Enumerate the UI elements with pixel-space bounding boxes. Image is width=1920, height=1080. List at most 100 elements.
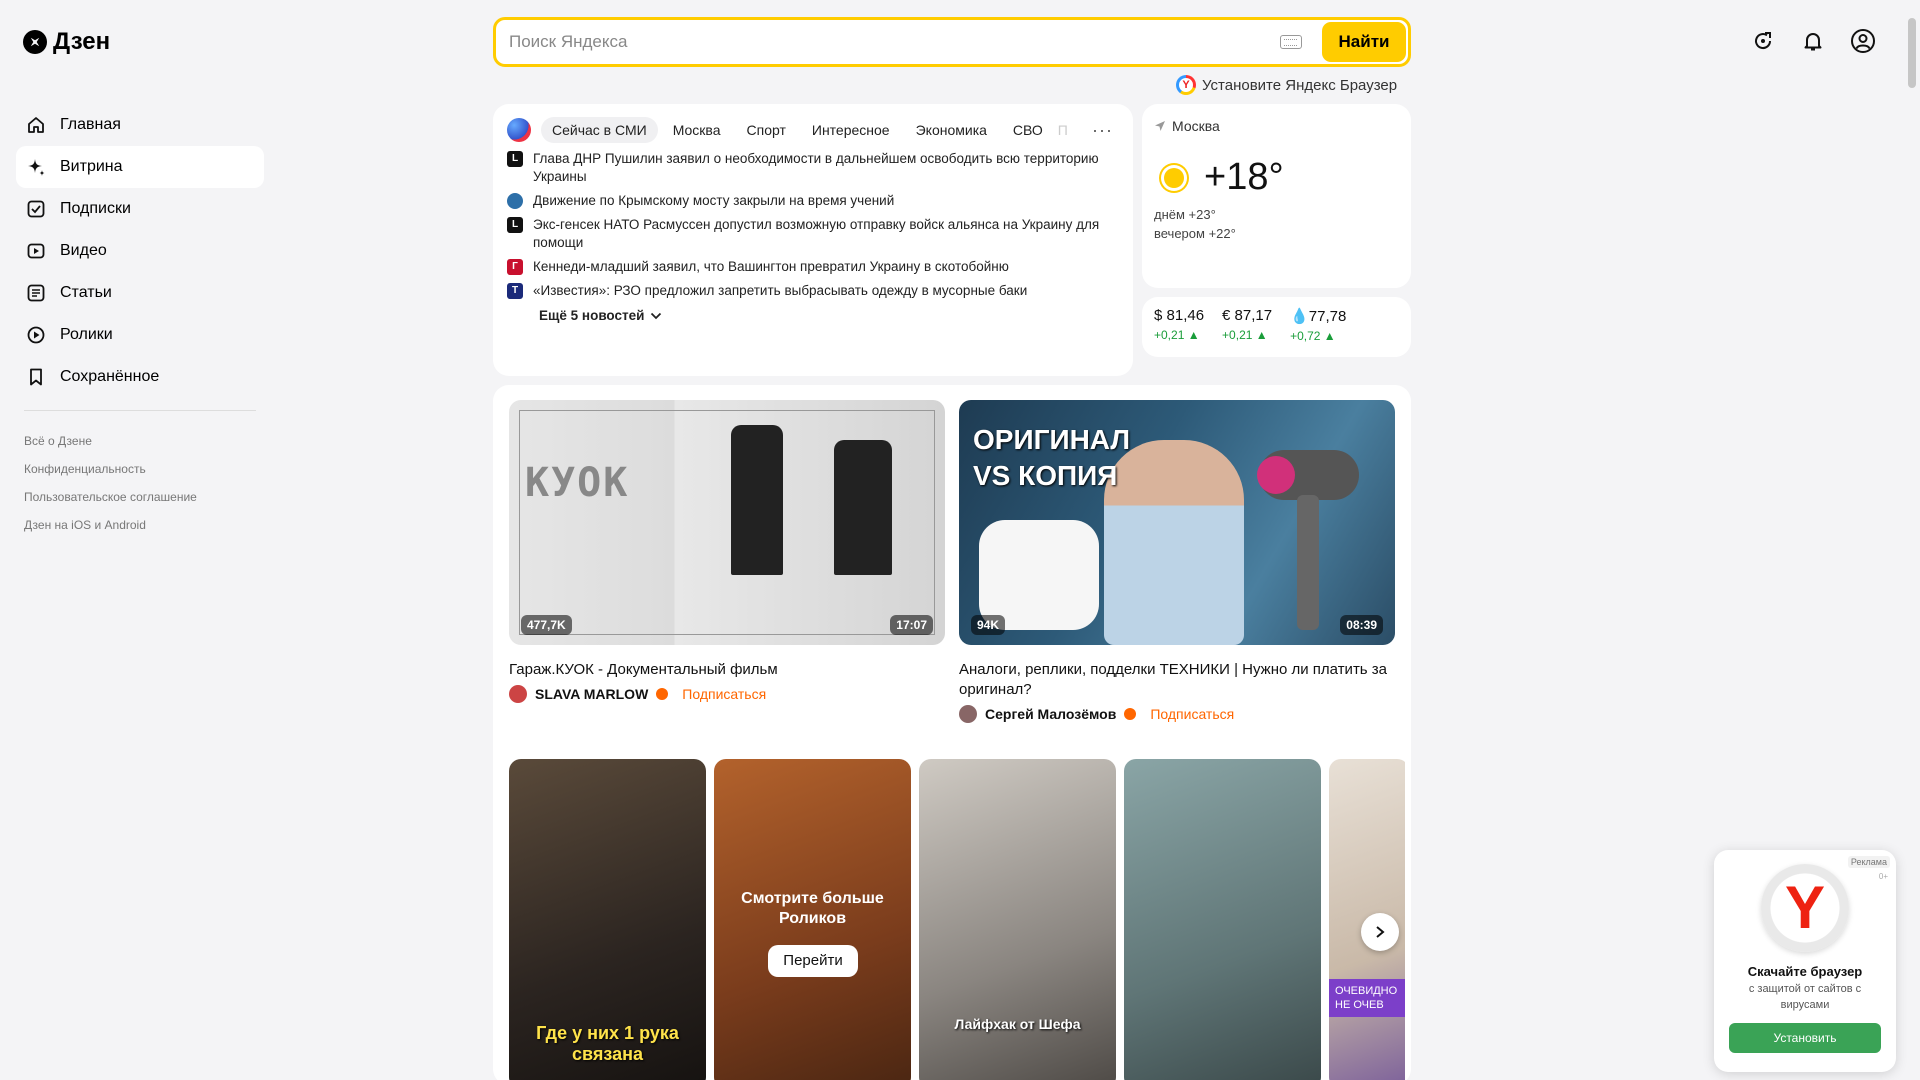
sidebar-item-articles[interactable]: Статьи [16, 272, 264, 314]
views-badge: 94K [971, 615, 1006, 635]
keyboard-icon[interactable] [1280, 35, 1302, 49]
source-icon: Г [507, 259, 523, 275]
install-button[interactable]: Установить [1729, 1023, 1881, 1053]
browser-ad[interactable]: Реклама 0+ Скачайте браузер с защитой от… [1714, 850, 1896, 1072]
footer-link-terms[interactable]: Пользовательское соглашение [16, 483, 264, 511]
video-title[interactable]: Аналоги, реплики, подделки ТЕХНИКИ | Нуж… [959, 660, 1395, 700]
sidebar-item-home[interactable]: Главная [16, 104, 264, 146]
sidebar-item-video[interactable]: Видео [16, 230, 264, 272]
video-thumbnail[interactable]: КУОК 477,7K 17:07 [509, 400, 945, 645]
currency-widget[interactable]: $ 81,46 +0,21 ▲ € 87,17 +0,21 ▲ 💧77,78 +… [1142, 297, 1411, 357]
shorts-next-button[interactable] [1361, 913, 1399, 951]
video-meta: SLAVA MARLOW Подписаться [509, 685, 945, 703]
shorts-row: Где у них 1 рука связана Смотрите больше… [493, 759, 1405, 1080]
search-input[interactable] [496, 32, 1280, 52]
tab-truncated[interactable]: П [1058, 117, 1078, 143]
install-browser-text: Установите Яндекс Браузер [1202, 76, 1398, 94]
video-card[interactable]: КУОК 477,7K 17:07 Гараж.КУОК - Документа… [509, 400, 945, 703]
subscribe-button[interactable]: Подписаться [682, 686, 766, 702]
sparkle-icon [26, 157, 46, 177]
home-icon [26, 115, 46, 135]
short-card[interactable]: Смотрите больше Роликов Перейти [714, 759, 911, 1080]
sidebar-item-showcase[interactable]: Витрина [16, 146, 264, 188]
news-headline: Движение по Крымскому мосту закрыли на в… [533, 193, 895, 208]
news-item[interactable]: T «Известия»: РЗО предложил запретить вы… [507, 282, 1119, 300]
logo-text: Дзен [53, 28, 111, 55]
news-item[interactable]: L Экс-генсек НАТО Расмуссен допустил воз… [507, 216, 1119, 252]
tab-interesting[interactable]: Интересное [801, 117, 901, 143]
weather-widget[interactable]: Москва +18° днём +23° вечером +22° [1142, 104, 1411, 288]
sidebar-item-shorts[interactable]: Ролики [16, 314, 264, 356]
news-headline: Глава ДНР Пушилин заявил о необходимости… [533, 151, 1099, 184]
subscribe-button[interactable]: Подписаться [1150, 706, 1234, 722]
currency-value: 💧77,78 [1290, 308, 1347, 325]
video-thumbnail[interactable]: ОРИГИНАЛ VS КОПИЯ 94K 08:39 [959, 400, 1395, 645]
sidebar-item-label: Главная [60, 116, 121, 133]
thumbnail-text: КУОК [525, 460, 630, 506]
tab-economy[interactable]: Экономика [905, 117, 998, 143]
news-source-logo-icon [507, 118, 531, 142]
weather-day: днём +23° [1154, 207, 1216, 222]
news-item[interactable]: Движение по Крымскому мосту закрыли на в… [507, 192, 1119, 210]
install-browser-link[interactable]: Установите Яндекс Браузер [1176, 75, 1397, 95]
verified-icon [1124, 708, 1137, 720]
ad-title: Скачайте браузер [1747, 964, 1863, 979]
news-headline: Экс-генсек НАТО Расмуссен допустил возмо… [533, 217, 1100, 250]
profile-icon[interactable] [1850, 28, 1876, 54]
currency-value: $ 81,46 [1154, 307, 1205, 324]
weather-main: +18° [1154, 156, 1399, 199]
news-item[interactable]: L Глава ДНР Пушилин заявил о необходимос… [507, 150, 1119, 186]
sidebar-item-subscriptions[interactable]: Подписки [16, 188, 264, 230]
thumbnail-person [834, 440, 892, 575]
tab-sport[interactable]: Спорт [736, 117, 797, 143]
short-card[interactable] [1124, 759, 1321, 1080]
avatar[interactable] [509, 685, 527, 703]
refresh-icon[interactable] [1750, 28, 1776, 54]
currency-change: +0,21 ▲ [1222, 328, 1268, 342]
short-card[interactable]: Лайфхак от Шефа [919, 759, 1116, 1080]
sidebar-item-label: Сохранённое [60, 368, 160, 385]
more-news-button[interactable]: Ещё 5 новостей [539, 308, 1119, 323]
currency-usd: $ 81,46 +0,21 ▲ [1154, 307, 1204, 347]
header-actions [1750, 28, 1876, 54]
dzen-logo[interactable]: Дзен [23, 28, 110, 56]
bell-icon[interactable] [1800, 28, 1826, 54]
tab-moscow[interactable]: Москва [662, 117, 732, 143]
footer-link-privacy[interactable]: Конфиденциальность [16, 455, 264, 483]
news-item[interactable]: Г Кеннеди-младший заявил, что Вашингтон … [507, 258, 1119, 276]
tab-now-in-media[interactable]: Сейчас в СМИ [541, 117, 658, 143]
short-caption: ОЧЕВИДНО НЕ ОЧЕВ [1329, 979, 1405, 1017]
scrollbar-thumb[interactable] [1908, 18, 1916, 88]
news-headline: «Известия»: РЗО предложил запретить выбр… [533, 283, 1028, 298]
channel-name[interactable]: Сергей Малозёмов [985, 706, 1116, 722]
source-icon [507, 193, 523, 209]
search-button[interactable]: Найти [1322, 22, 1406, 62]
ad-label: Реклама [1847, 856, 1890, 868]
views-badge: 477,7K [521, 615, 572, 635]
channel-name[interactable]: SLAVA MARLOW [535, 686, 648, 702]
thumbnail-hairdryer [1249, 450, 1369, 630]
location-arrow-icon [1155, 121, 1165, 131]
avatar[interactable] [959, 705, 977, 723]
verified-icon [656, 688, 669, 700]
more-shorts-text: Смотрите больше Роликов [741, 890, 884, 927]
page-scrollbar[interactable] [1904, 0, 1920, 1080]
sidebar-item-saved[interactable]: Сохранённое [16, 356, 264, 398]
ad-description: с защитой от сайтов с вирусами [1748, 983, 1862, 1011]
weather-city: Москва [1172, 118, 1220, 134]
weather-temp: +18° [1204, 156, 1284, 198]
video-title[interactable]: Гараж.КУОК - Документальный фильм [509, 660, 945, 680]
source-icon: L [507, 217, 523, 233]
video-card[interactable]: ОРИГИНАЛ VS КОПИЯ 94K 08:39 Аналоги, реп… [959, 400, 1395, 723]
weather-evening: вечером +22° [1154, 226, 1236, 241]
footer-link-apps[interactable]: Дзен на iOS и Android [16, 511, 264, 539]
short-caption: Лайфхак от Шефа [954, 1016, 1081, 1032]
thumbnail-person [731, 425, 783, 575]
more-tabs-icon[interactable]: ··· [1086, 120, 1119, 141]
footer-link-about[interactable]: Всё о Дзене [16, 427, 264, 455]
go-shorts-button[interactable]: Перейти [768, 945, 858, 977]
currency-change: +0,72 ▲ [1290, 329, 1336, 343]
tab-svo[interactable]: СВО [1002, 117, 1054, 143]
short-card[interactable]: Где у них 1 рука связана [509, 759, 706, 1080]
duration-badge: 17:07 [890, 615, 933, 635]
